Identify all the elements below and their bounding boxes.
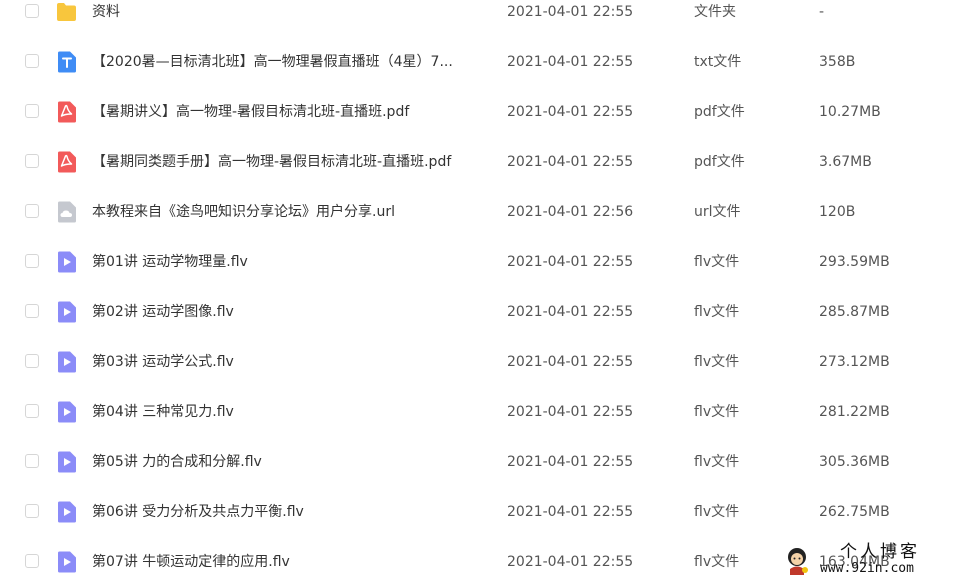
file-size: 10.27MB [819,104,881,120]
file-type: flv文件 [694,554,740,570]
file-name[interactable]: 第03讲 运动学公式.flv [92,337,234,387]
video-file-icon [56,401,77,423]
watermark-title: 个人博客 [840,542,920,562]
file-type: flv文件 [694,304,740,320]
file-type: flv文件 [694,354,740,370]
watermark-url: www.92in.com [820,561,914,576]
file-date: 2021-04-01 22:55 [507,104,634,120]
file-type: url文件 [694,204,741,220]
file-row[interactable]: 第04讲 三种常见力.flv 2021-04-01 22:55 flv文件 281.2… [0,387,973,437]
row-checkbox[interactable] [25,204,39,218]
video-file-icon [56,451,77,473]
file-date: 2021-04-01 22:55 [507,254,634,270]
file-size: 293.59MB [819,254,890,270]
file-name[interactable]: 第01讲 运动学物理量.flv [92,237,248,287]
file-type: flv文件 [694,454,740,470]
file-date: 2021-04-01 22:55 [507,154,634,170]
file-date: 2021-04-01 22:56 [507,204,634,220]
row-checkbox[interactable] [25,304,39,318]
file-row[interactable]: 资料 2021-04-01 22:55 文件夹 - [0,0,973,37]
row-checkbox[interactable] [25,554,39,568]
row-checkbox[interactable] [25,54,39,68]
row-checkbox[interactable] [25,254,39,268]
file-row[interactable]: 第02讲 运动学图像.flv 2021-04-01 22:55 flv文件 285.8… [0,287,973,337]
file-type: flv文件 [694,504,740,520]
txt-file-icon [56,51,77,73]
file-row[interactable]: 第05讲 力的合成和分解.flv 2021-04-01 22:55 flv文件 305… [0,437,973,487]
video-file-icon [56,301,77,323]
file-size: 305.36MB [819,454,890,470]
row-checkbox[interactable] [25,454,39,468]
file-type: pdf文件 [694,154,745,170]
file-row[interactable]: 【2020暑—目标清北班】高一物理暑假直播班（4星）7... 2021-04-01… [0,37,973,87]
row-checkbox[interactable] [25,504,39,518]
video-file-icon [56,351,77,373]
file-date: 2021-04-01 22:55 [507,54,634,70]
file-date: 2021-04-01 22:55 [507,304,634,320]
row-checkbox[interactable] [25,354,39,368]
file-date: 2021-04-01 22:55 [507,404,634,420]
file-size: 281.22MB [819,404,890,420]
file-type: txt文件 [694,54,742,70]
file-date: 2021-04-01 22:55 [507,354,634,370]
file-list-page: 资料 2021-04-01 22:55 文件夹 - 【2020暑—目标清北班】高一物理暑… [0,0,973,581]
file-date: 2021-04-01 22:55 [507,454,634,470]
pdf-file-icon [56,151,77,173]
file-name[interactable]: 第07讲 牛顿运动定律的应用.flv [92,537,290,581]
row-checkbox[interactable] [25,404,39,418]
file-row[interactable]: 【暑期同类题手册】高一物理-暑假目标清北班-直播班.pdf 2021-04-01 … [0,137,973,187]
video-file-icon [56,501,77,523]
file-date: 2021-04-01 22:55 [507,504,634,520]
avatar-logo-icon [788,548,808,575]
file-row[interactable]: 第01讲 运动学物理量.flv 2021-04-01 22:55 flv文件 293.… [0,237,973,287]
watermark: 个人博客 www.92in.com [780,541,966,579]
file-size: 273.12MB [819,354,890,370]
file-size: - [819,4,825,20]
file-row[interactable]: 【暑期讲义】高一物理-暑假目标清北班-直播班.pdf 2021-04-01 22:… [0,87,973,137]
file-name[interactable]: 资料 [92,0,120,37]
file-row[interactable]: 第06讲 受力分析及共点力平衡.flv 2021-04-01 22:55 flv文件… [0,487,973,537]
video-file-icon [56,551,77,573]
pdf-file-icon [56,101,77,123]
file-date: 2021-04-01 22:55 [507,554,634,570]
video-file-icon [56,251,77,273]
file-row[interactable]: 第03讲 运动学公式.flv 2021-04-01 22:55 flv文件 273.1… [0,337,973,387]
file-name[interactable]: 第05讲 力的合成和分解.flv [92,437,262,487]
file-row[interactable]: 本教程来自《途鸟吧知识分享论坛》用户分享.url 2021-04-01 22:56… [0,187,973,237]
file-size: 358B [819,54,856,70]
file-name[interactable]: 第02讲 运动学图像.flv [92,287,234,337]
row-checkbox[interactable] [25,104,39,118]
file-type: 文件夹 [694,4,736,20]
file-size: 262.75MB [819,504,890,520]
file-type: flv文件 [694,404,740,420]
file-size: 120B [819,204,856,220]
folder-icon [56,1,77,23]
file-name[interactable]: 本教程来自《途鸟吧知识分享论坛》用户分享.url [92,187,395,237]
file-name[interactable]: 【暑期同类题手册】高一物理-暑假目标清北班-直播班.pdf [92,137,451,187]
file-name[interactable]: 【暑期讲义】高一物理-暑假目标清北班-直播班.pdf [92,87,409,137]
file-size: 285.87MB [819,304,890,320]
file-name[interactable]: 第06讲 受力分析及共点力平衡.flv [92,487,304,537]
file-name[interactable]: 第04讲 三种常见力.flv [92,387,234,437]
url-file-icon [56,201,77,223]
file-type: flv文件 [694,254,740,270]
row-checkbox[interactable] [25,154,39,168]
file-date: 2021-04-01 22:55 [507,4,634,20]
row-checkbox[interactable] [25,4,39,18]
file-list: 资料 2021-04-01 22:55 文件夹 - 【2020暑—目标清北班】高一物理暑… [0,0,973,581]
file-name[interactable]: 【2020暑—目标清北班】高一物理暑假直播班（4星）7... [92,37,453,87]
file-size: 3.67MB [819,154,872,170]
file-type: pdf文件 [694,104,745,120]
